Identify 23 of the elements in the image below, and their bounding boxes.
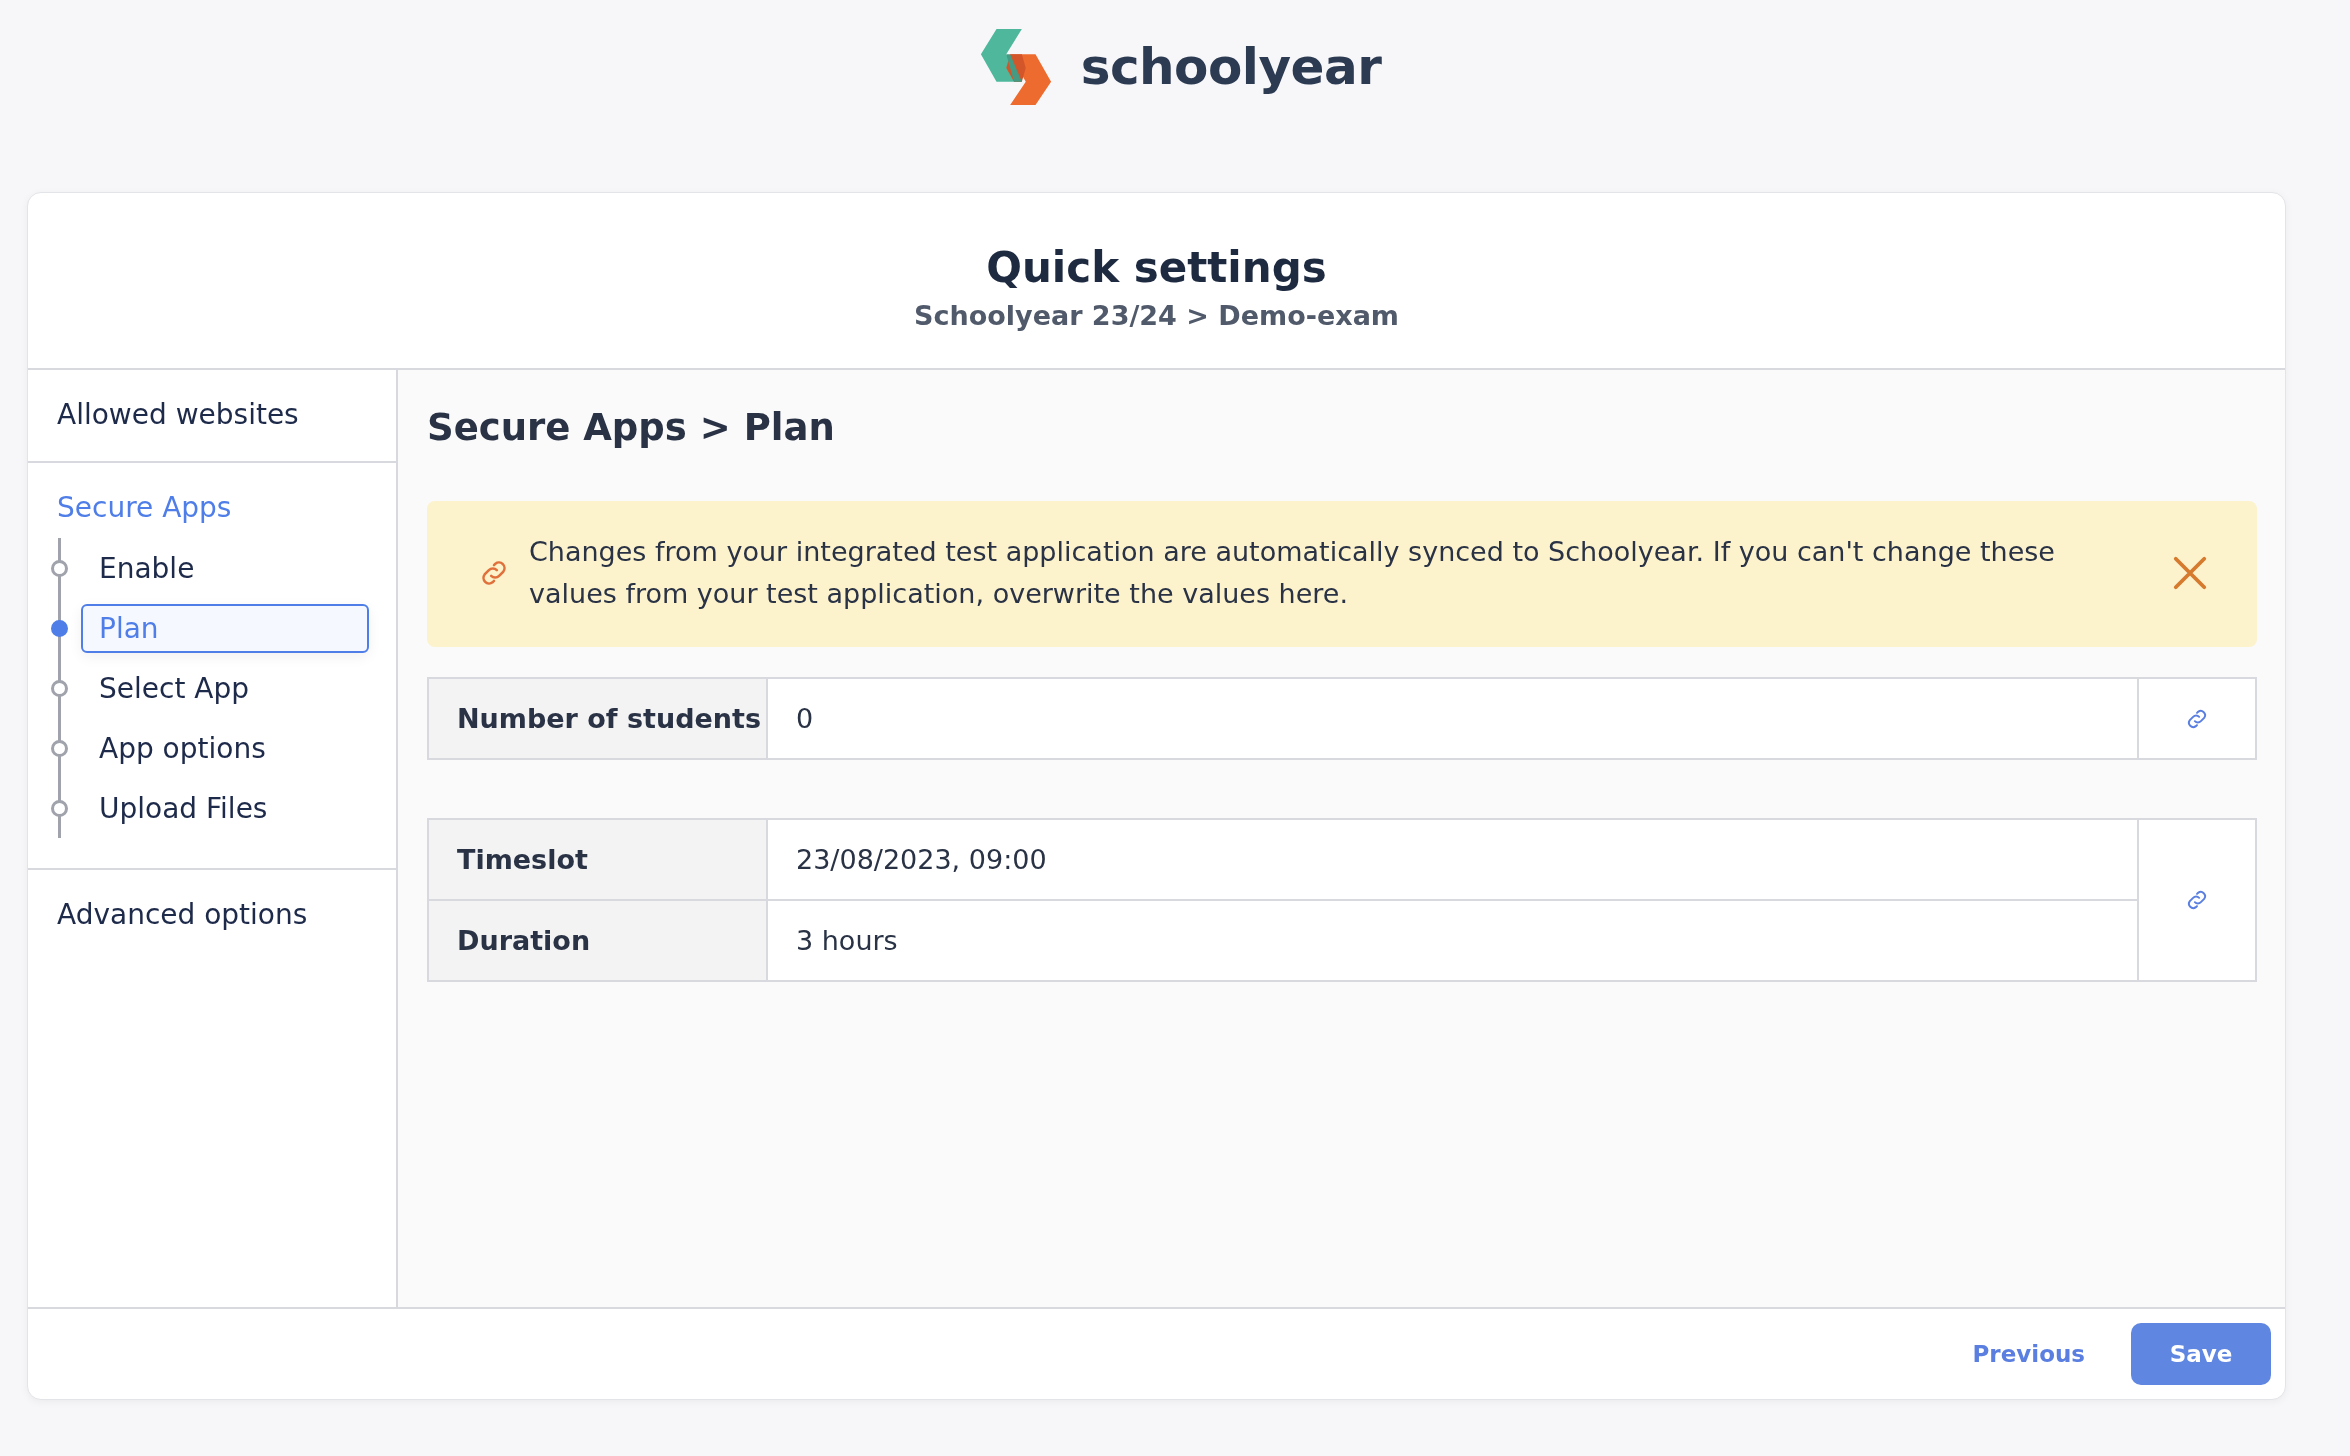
step-dot-icon xyxy=(51,619,68,637)
sidebar-step-link[interactable]: App options xyxy=(81,723,369,773)
section-heading: Secure Apps > Plan xyxy=(427,406,836,449)
previous-button[interactable]: Previous xyxy=(1960,1327,2097,1381)
field-label: Number of students xyxy=(427,677,768,760)
page-title: Quick settings xyxy=(986,242,1327,292)
input-field[interactable]: 23/08/2023, 09:00 xyxy=(768,818,2139,901)
notice-text: Changes from your integrated test application are automatically synced to Schoolyear. If you can't change these values from your test application, overwrite the values here. xyxy=(529,535,2056,611)
logo-wordmark: schoolyear xyxy=(1080,38,1382,96)
field-label: Duration xyxy=(427,899,768,982)
sidebar-step-link[interactable]: Plan xyxy=(81,603,369,653)
sidebar-step-link[interactable]: Select App xyxy=(81,663,369,713)
input-field[interactable]: 0 xyxy=(768,677,2139,760)
sidebar-step-link[interactable]: Upload Files xyxy=(81,783,369,833)
close-icon[interactable] xyxy=(2171,554,2209,592)
input-field[interactable]: 3 hours xyxy=(768,899,2139,982)
sidebar-step-link[interactable]: Enable xyxy=(81,543,369,593)
sidebar-section-link[interactable]: Advanced options xyxy=(57,898,396,931)
sidebar-section-link[interactable]: Secure Apps xyxy=(57,491,396,524)
breadcrumb: Schoolyear 23/24 > Demo-exam xyxy=(914,299,1399,331)
sidebar-section-link[interactable]: Allowed websites xyxy=(57,398,396,431)
field-label: Timeslot xyxy=(427,818,768,901)
save-button[interactable]: Save xyxy=(2131,1323,2271,1385)
